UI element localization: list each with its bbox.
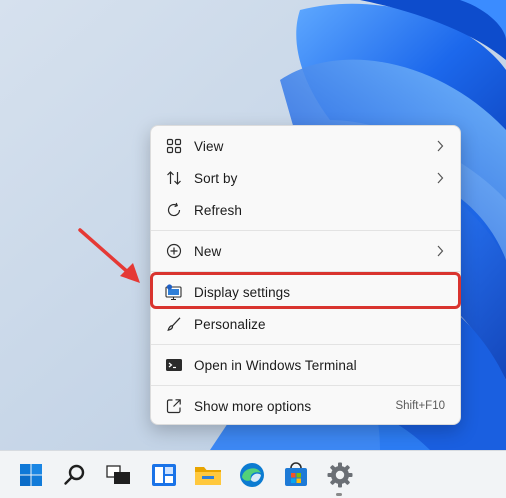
keyboard-shortcut: Shift+F10 [395,400,445,412]
menu-separator [151,385,460,386]
menu-item-label: Show more options [194,398,312,414]
pointer-arrow-icon [78,228,140,283]
running-indicator [336,493,342,496]
chevron-right-icon [436,139,444,157]
menu-separator [151,271,460,272]
menu-item-label: Sort by [194,170,238,186]
menu-item-personalize[interactable]: Personalize [155,310,456,338]
menu-item-refresh[interactable]: Refresh [155,196,456,224]
share-expand-icon [164,396,184,416]
chevron-right-icon [436,171,444,189]
refresh-icon [164,200,184,220]
menu-item-new[interactable]: New [155,237,456,265]
menu-item-label: Display settings [194,284,291,300]
menu-separator [151,230,460,231]
menu-item-open-in-terminal[interactable]: Open in Windows Terminal [155,351,456,379]
taskbar [0,450,506,498]
file-explorer-icon[interactable] [194,461,222,489]
menu-item-label: Personalize [194,316,266,332]
search-icon[interactable] [61,461,89,489]
sort-arrows-icon [164,168,184,188]
paintbrush-icon [164,314,184,334]
menu-item-label: New [194,243,222,259]
menu-item-show-more-options[interactable]: Show more options Shift+F10 [155,392,456,420]
menu-item-label: Open in Windows Terminal [194,357,357,373]
menu-item-sort-by[interactable]: Sort by [155,164,456,192]
plus-circle-icon [164,241,184,261]
terminal-icon [164,355,184,375]
display-monitor-icon [164,282,184,302]
settings-gear-icon[interactable] [326,461,354,489]
menu-item-display-settings[interactable]: Display settings [155,278,456,306]
chevron-right-icon [436,244,444,262]
menu-item-label: Refresh [194,202,242,218]
microsoft-store-icon[interactable] [282,461,310,489]
task-view-icon[interactable] [105,461,133,489]
windows-start-icon[interactable] [17,461,45,489]
menu-item-label: View [194,138,224,154]
menu-item-view[interactable]: View [155,132,456,160]
view-grid-icon [164,136,184,156]
desktop-context-menu: View Sort by Refresh New Display setting… [150,125,461,425]
widgets-icon[interactable] [150,461,178,489]
menu-separator [151,344,460,345]
edge-browser-icon[interactable] [238,461,266,489]
